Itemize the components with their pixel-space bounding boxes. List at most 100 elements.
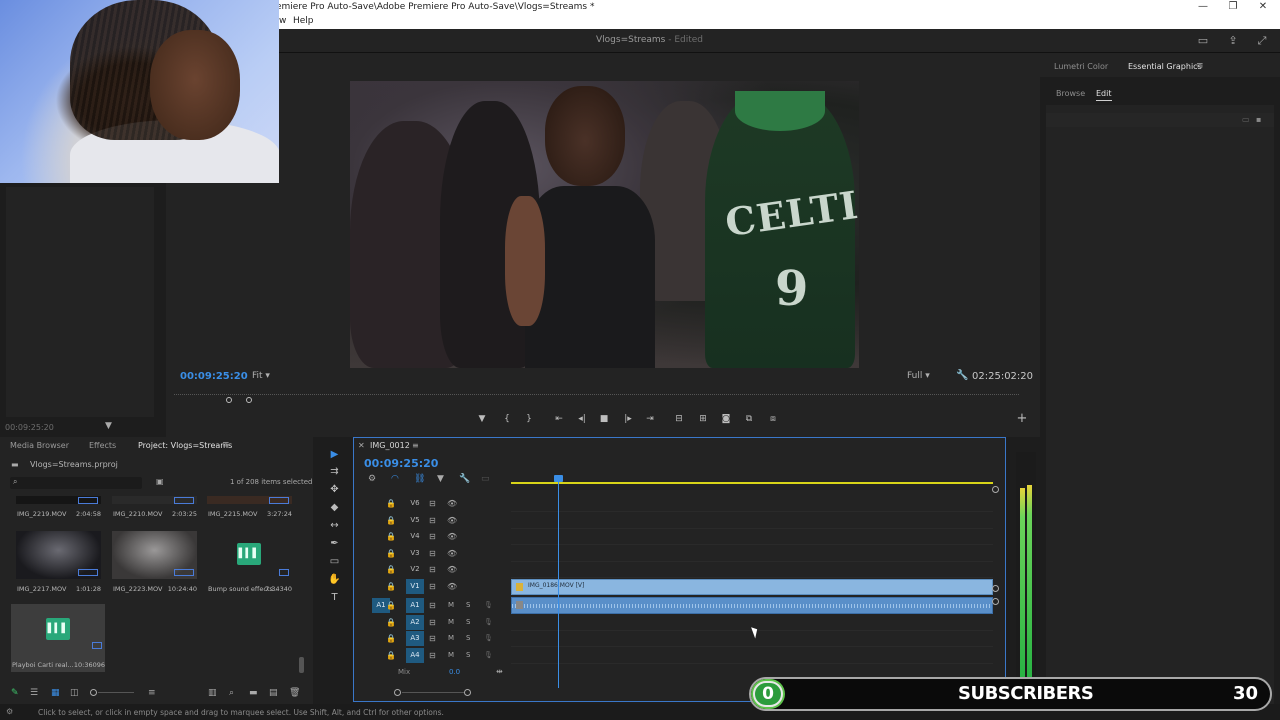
- track-lane-v3[interactable]: [511, 546, 993, 562]
- tab-lumetri-color[interactable]: Lumetri Color: [1054, 62, 1108, 71]
- selection-tool-icon[interactable]: ▶: [328, 448, 341, 461]
- track-label[interactable]: V3: [406, 546, 424, 561]
- eye-icon[interactable]: 👁: [447, 582, 457, 591]
- sync-lock-icon[interactable]: ⊟: [429, 651, 436, 660]
- trash-icon[interactable]: 🗑: [289, 688, 300, 698]
- automate-icon[interactable]: ▥: [208, 688, 217, 698]
- pen-tool-icon[interactable]: ✒: [328, 537, 341, 550]
- stop-icon[interactable]: ■: [597, 413, 611, 425]
- find-icon[interactable]: ⌕: [229, 688, 234, 698]
- audio-clip[interactable]: [511, 597, 993, 614]
- close-sequence-icon[interactable]: ✕: [358, 441, 365, 450]
- tab-essential-graphics[interactable]: Essential Graphics: [1128, 62, 1202, 71]
- mute-button[interactable]: M: [448, 634, 454, 642]
- eye-icon[interactable]: 👁: [447, 532, 457, 541]
- lock-icon[interactable]: 🔒: [386, 651, 396, 660]
- share-icon[interactable]: ⇪: [1226, 34, 1240, 48]
- clip-item[interactable]: IMG_2219.MOV 2:04:58: [16, 496, 101, 518]
- sort-icon[interactable]: ≡: [148, 688, 156, 698]
- type-tool-icon[interactable]: T: [328, 591, 341, 604]
- new-item-icon[interactable]: ▤: [269, 688, 278, 698]
- maximize-button[interactable]: ❐: [1222, 0, 1244, 15]
- timeline-timecode[interactable]: 00:09:25:20: [364, 457, 438, 470]
- captions-icon[interactable]: ▭: [481, 474, 490, 484]
- scroll-handle-left[interactable]: [226, 397, 232, 403]
- quick-export-icon[interactable]: ▭: [1196, 34, 1210, 48]
- panel-menu-icon[interactable]: ≡: [1196, 61, 1204, 71]
- step-forward-icon[interactable]: |▸: [621, 413, 635, 425]
- clip-item[interactable]: IMG_2217.MOV 1:01:28: [16, 531, 101, 593]
- mute-button[interactable]: M: [448, 618, 454, 626]
- slip-tool-icon[interactable]: ↔: [328, 519, 341, 532]
- project-search-input[interactable]: ⌕: [10, 477, 142, 489]
- playhead-line[interactable]: [558, 478, 559, 688]
- sync-lock-icon[interactable]: ⊟: [429, 634, 436, 643]
- program-scrub-bar[interactable]: [174, 394, 1019, 396]
- delete-layer-icon[interactable]: ▪: [1256, 115, 1261, 124]
- freeform-view-icon[interactable]: ◫: [70, 688, 79, 698]
- new-bin-icon[interactable]: ▬: [249, 688, 258, 698]
- solo-button[interactable]: S: [466, 634, 470, 642]
- rectangle-tool-icon[interactable]: ▭: [328, 555, 341, 568]
- step-back-icon[interactable]: ◂|: [575, 413, 589, 425]
- sync-lock-icon[interactable]: ⊟: [429, 565, 436, 574]
- microphone-icon[interactable]: 🎙: [484, 618, 493, 626]
- horizontal-zoom-right-handle[interactable]: [464, 689, 471, 696]
- subtab-browse[interactable]: Browse: [1056, 89, 1085, 98]
- track-height-handle[interactable]: [992, 585, 999, 592]
- menu-window[interactable]: w: [279, 16, 286, 26]
- fullscreen-icon[interactable]: ⤢: [1255, 34, 1269, 48]
- vertical-zoom-handle[interactable]: [992, 486, 999, 493]
- video-clip[interactable]: IMG_0186.MOV [V]: [511, 579, 993, 595]
- subtab-edit[interactable]: Edit: [1096, 89, 1112, 101]
- mix-value[interactable]: 0.0: [449, 668, 460, 676]
- mix-go-to-icon[interactable]: ⇹: [496, 667, 503, 676]
- track-lane-v4[interactable]: [511, 529, 993, 545]
- clip-item[interactable]: IMG_2210.MOV 2:03:25: [112, 496, 197, 518]
- mark-out-icon[interactable]: }: [522, 413, 536, 425]
- lock-icon[interactable]: 🔒: [386, 601, 396, 610]
- lock-icon[interactable]: 🔒: [386, 618, 396, 627]
- sequence-menu-icon[interactable]: ≡: [412, 441, 419, 450]
- solo-button[interactable]: S: [466, 651, 470, 659]
- menu-help[interactable]: Help: [293, 16, 314, 26]
- lock-icon[interactable]: 🔒: [386, 516, 396, 525]
- solo-button[interactable]: S: [466, 618, 470, 626]
- eye-icon[interactable]: 👁: [447, 549, 457, 558]
- filter-icon[interactable]: ▼: [105, 421, 112, 431]
- program-timecode[interactable]: 00:09:25:20: [180, 371, 248, 382]
- quality-select[interactable]: Full ▾: [907, 371, 930, 381]
- microphone-icon[interactable]: 🎙: [484, 651, 493, 659]
- sync-lock-icon[interactable]: ⊟: [429, 549, 436, 558]
- clip-item[interactable]: IMG_2223.MOV 10:24:40: [112, 531, 197, 593]
- mute-button[interactable]: M: [448, 601, 454, 609]
- track-lane-a3[interactable]: [511, 631, 993, 647]
- track-label[interactable]: V5: [406, 513, 424, 528]
- ripple-edit-tool-icon[interactable]: ✥: [328, 483, 341, 496]
- track-label[interactable]: V4: [406, 529, 424, 544]
- timeline-marker-icon[interactable]: ▼: [437, 474, 444, 484]
- lock-icon[interactable]: 🔒: [386, 582, 396, 591]
- new-bin-from-search-icon[interactable]: ▣: [156, 477, 164, 486]
- zoom-slider-handle[interactable]: [90, 689, 97, 696]
- linked-selection-icon[interactable]: ⛓: [414, 474, 425, 484]
- track-label[interactable]: A2: [406, 615, 424, 630]
- proxy-toggle-icon[interactable]: ⧈: [766, 413, 780, 425]
- close-button[interactable]: ✕: [1252, 0, 1274, 15]
- mark-in-icon[interactable]: {: [500, 413, 514, 425]
- button-editor-icon[interactable]: +: [1015, 412, 1029, 425]
- clip-item[interactable]: IMG_2215.MOV 3:27:24: [207, 496, 292, 518]
- horizontal-zoom-left-handle[interactable]: [394, 689, 401, 696]
- timeline-settings-icon[interactable]: 🔧: [459, 474, 470, 484]
- snap-icon[interactable]: ◠: [391, 474, 399, 484]
- razor-tool-icon[interactable]: ◆: [328, 501, 341, 514]
- go-to-out-icon[interactable]: ⇥: [643, 413, 657, 425]
- lock-icon[interactable]: 🔒: [386, 549, 396, 558]
- scroll-handle-right[interactable]: [246, 397, 252, 403]
- solo-button[interactable]: S: [466, 601, 470, 609]
- zoom-select[interactable]: Fit ▾: [252, 371, 270, 381]
- extract-icon[interactable]: ⊞: [696, 413, 710, 425]
- eye-icon[interactable]: 👁: [447, 499, 457, 508]
- track-label[interactable]: V1: [406, 579, 424, 594]
- track-label[interactable]: A3: [406, 631, 424, 646]
